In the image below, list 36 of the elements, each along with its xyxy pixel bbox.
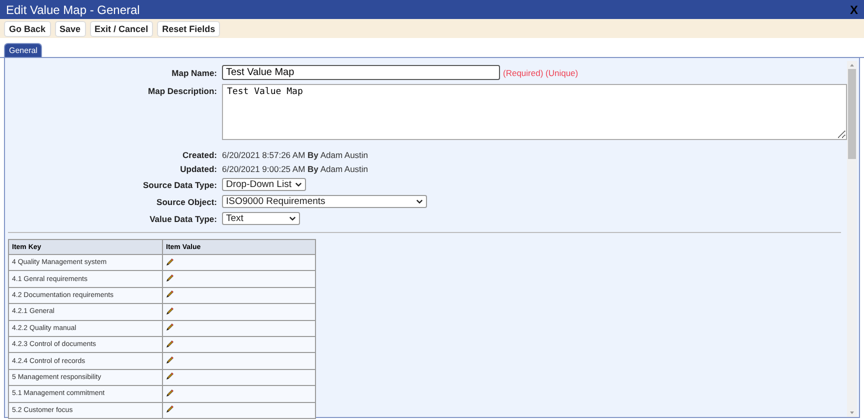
scroll-thumb[interactable]: [848, 69, 856, 159]
caret-icon: [416, 199, 423, 204]
pencil-icon[interactable]: [166, 340, 174, 348]
description-field[interactable]: Test Value Map: [222, 84, 847, 140]
caret-icon: [295, 182, 302, 187]
field-label: Map Description:: [147, 85, 217, 96]
scrollbar[interactable]: [847, 61, 857, 417]
pencil-icon[interactable]: [166, 274, 174, 282]
pencil-icon[interactable]: [166, 290, 174, 298]
tab[interactable]: General: [4, 43, 42, 57]
toolbar-button[interactable]: Exit / Cancel: [90, 20, 154, 36]
info-text: 6/20/2021 9:00:25 AM By Adam Austin: [222, 164, 368, 174]
pencil-icon[interactable]: [166, 388, 174, 397]
required-note: (Required) (Unique): [503, 68, 578, 78]
caret-icon: [289, 216, 296, 221]
field-label: Value Data Type:: [148, 214, 217, 224]
toolbar-button[interactable]: Save: [54, 20, 86, 36]
dropdown[interactable]: ISO9000 Requirements: [222, 195, 427, 208]
pencil-icon[interactable]: [166, 306, 174, 315]
text-field[interactable]: Test Value Map: [222, 65, 500, 80]
pencil-icon[interactable]: [166, 258, 174, 266]
pencil-icon[interactable]: [166, 372, 174, 380]
pencil-icon[interactable]: [166, 356, 174, 364]
field-label: Source Data Type:: [142, 180, 217, 190]
toolbar-button[interactable]: Reset Fields: [157, 20, 220, 36]
field-label: Created:: [182, 150, 217, 160]
window-title: Edit Value Map - General: [6, 2, 140, 16]
field-label: Updated:: [179, 164, 217, 174]
pencil-icon[interactable]: [166, 323, 174, 332]
field-label: Source Object:: [156, 196, 217, 206]
dropdown[interactable]: Text: [222, 212, 300, 225]
dropdown[interactable]: Drop-Down List: [222, 178, 306, 191]
info-text: 6/20/2021 8:57:26 AM By Adam Austin: [222, 150, 368, 160]
toolbar-button[interactable]: Go Back: [4, 20, 51, 36]
field-label: Map Name:: [170, 68, 217, 78]
pencil-icon[interactable]: [166, 405, 174, 414]
